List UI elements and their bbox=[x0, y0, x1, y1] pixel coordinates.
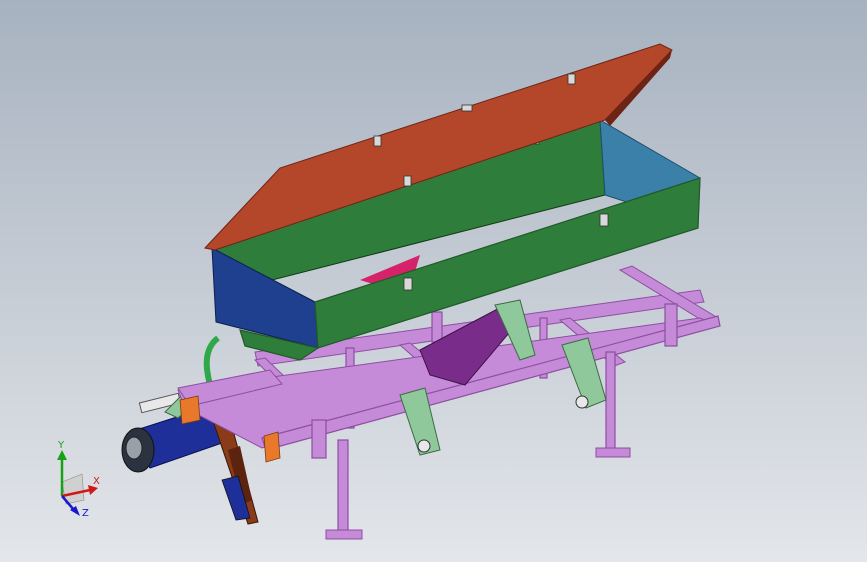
foot-left bbox=[325, 529, 363, 540]
y-axis-label: Y bbox=[57, 440, 65, 451]
front-leg-left bbox=[337, 439, 349, 533]
cad-viewport[interactable] bbox=[0, 0, 867, 562]
axis-triad: Y X Z bbox=[57, 440, 100, 519]
roller-bearing bbox=[125, 436, 143, 460]
foot-right bbox=[595, 447, 631, 458]
y-axis-arrowhead bbox=[57, 450, 67, 460]
front-leg-right bbox=[605, 351, 616, 453]
x-axis-label: X bbox=[93, 476, 100, 487]
z-axis-label: Z bbox=[82, 508, 89, 519]
